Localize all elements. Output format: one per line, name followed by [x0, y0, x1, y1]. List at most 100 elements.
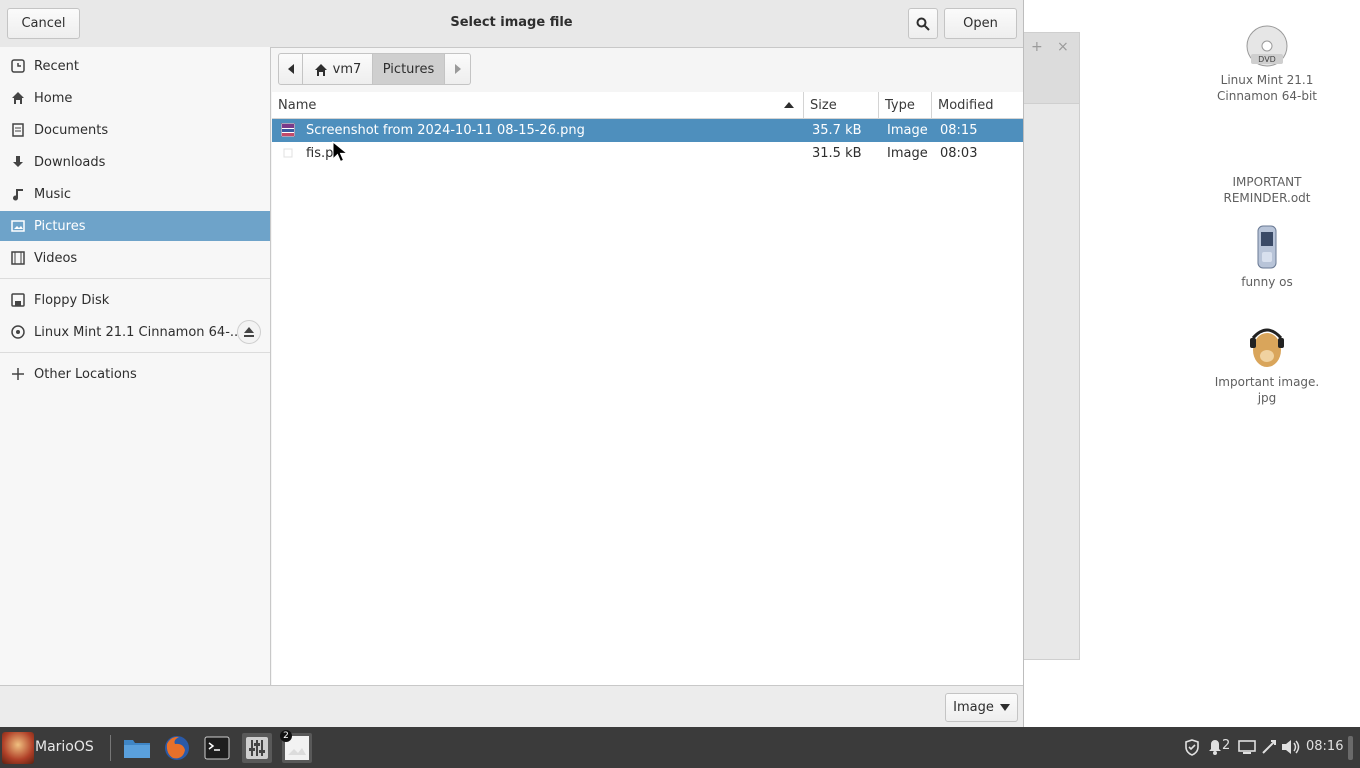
- sidebar-item-home[interactable]: Home: [0, 83, 270, 113]
- sidebar-separator: [0, 278, 270, 279]
- volume-icon[interactable]: [1281, 739, 1301, 759]
- disc-icon: [10, 324, 26, 340]
- chevron-left-icon: [287, 64, 294, 74]
- desktop-icon-label: REMINDER.odt: [1223, 191, 1311, 205]
- network-icon[interactable]: [1261, 739, 1277, 759]
- file-size: 35.7 kB: [812, 123, 862, 138]
- search-button[interactable]: [908, 8, 938, 39]
- taskbar-terminal-app[interactable]: [202, 733, 232, 763]
- dialog-header: Cancel Select image file Open: [0, 0, 1023, 48]
- desktop-icon-linux-mint-dvd[interactable]: DVD Linux Mint 21.1 Cinnamon 64-bit: [1208, 24, 1326, 104]
- file-size: 31.5 kB: [812, 146, 862, 161]
- sidebar-item-documents[interactable]: Documents: [0, 115, 270, 145]
- path-bar: vm7 Pictures: [278, 53, 471, 85]
- places-sidebar: Recent Home Documents Downloads Music Pi…: [0, 47, 271, 685]
- taskbar-firefox-app[interactable]: [162, 733, 192, 763]
- desktop-icon-label: Linux Mint 21.1: [1220, 73, 1314, 87]
- desktop-icon-label: IMPORTANT: [1232, 175, 1302, 189]
- desktop-icon-label: Cinnamon 64-bit: [1217, 89, 1317, 103]
- sidebar-item-label: Music: [34, 186, 71, 202]
- eject-button[interactable]: [237, 320, 261, 344]
- dialog-footer: Image: [0, 685, 1023, 728]
- column-header-name[interactable]: Name: [272, 92, 804, 118]
- file-name: Screenshot from 2024-10-11 08-15-26.png: [306, 123, 585, 138]
- sidebar-item-label: Downloads: [34, 154, 106, 170]
- file-filter-label: Image: [953, 700, 994, 715]
- path-current-label: Pictures: [382, 61, 435, 77]
- home-icon: [314, 63, 327, 76]
- sidebar-item-label: Documents: [34, 122, 109, 138]
- file-modified: 08:15: [940, 123, 978, 138]
- notifications-icon[interactable]: [1208, 739, 1222, 759]
- column-header-size[interactable]: Size: [804, 92, 879, 118]
- display-icon[interactable]: [1238, 740, 1256, 759]
- sidebar-item-recent[interactable]: Recent: [0, 51, 270, 81]
- column-modified-label: Modified: [938, 97, 994, 113]
- desktop-icon-important-image[interactable]: Important image. jpg: [1208, 322, 1326, 406]
- sidebar-item-floppy-disk[interactable]: Floppy Disk: [0, 285, 270, 315]
- taskbar-files-app[interactable]: [122, 733, 152, 763]
- path-current-button[interactable]: Pictures: [373, 53, 445, 85]
- background-window-titlebar[interactable]: + ×: [1017, 33, 1079, 104]
- column-header-type[interactable]: Type: [879, 92, 932, 118]
- column-type-label: Type: [885, 97, 915, 113]
- folder-icon: [124, 740, 150, 758]
- file-name: fis.p: [306, 146, 334, 161]
- firefox-icon: [165, 736, 189, 760]
- dvd-icon: DVD: [1246, 25, 1288, 67]
- column-header-modified[interactable]: Modified: [932, 92, 1023, 118]
- sidebar-item-label: Recent: [34, 58, 79, 74]
- sidebar-item-pictures[interactable]: Pictures: [0, 211, 270, 241]
- dialog-title: Select image file: [450, 15, 573, 30]
- menu-logo-icon[interactable]: [2, 732, 34, 764]
- downloads-icon: [10, 154, 26, 170]
- phone-icon: [1257, 225, 1277, 269]
- background-window[interactable]: + ×: [1016, 32, 1080, 660]
- column-name-label: Name: [278, 97, 317, 113]
- file-modified: 08:03: [940, 146, 978, 161]
- sidebar-separator: [0, 352, 270, 353]
- taskbar-settings-app[interactable]: [242, 733, 272, 763]
- menu-button-label[interactable]: MarioOS: [35, 739, 94, 755]
- taskbar-image-viewer-app[interactable]: 2: [280, 730, 312, 763]
- window-count-badge: 2: [280, 730, 292, 742]
- svg-text:DVD: DVD: [1258, 55, 1276, 64]
- sidebar-item-label: Linux Mint 21.1 Cinnamon 64-...: [34, 324, 243, 340]
- file-row[interactable]: fis.p 31.5 kB Image 08:03: [272, 142, 1023, 165]
- sort-ascending-icon: [784, 102, 794, 108]
- path-scroll-right-button[interactable]: [445, 53, 471, 85]
- file-row[interactable]: Screenshot from 2024-10-11 08-15-26.png …: [272, 119, 1023, 142]
- taskbar-separator: [110, 735, 111, 761]
- sidebar-item-linux-mint-disc[interactable]: Linux Mint 21.1 Cinnamon 64-...: [0, 317, 270, 347]
- column-size-label: Size: [810, 97, 837, 113]
- chevron-down-icon: [999, 704, 1010, 711]
- desktop-icon-label: jpg: [1257, 391, 1277, 405]
- chevron-right-icon: [454, 64, 461, 74]
- sidebar-item-music[interactable]: Music: [0, 179, 270, 209]
- file-filter-dropdown[interactable]: Image: [945, 693, 1018, 722]
- desktop-icon-funny-os[interactable]: funny os: [1208, 224, 1326, 290]
- desktop-icon-important-reminder[interactable]: IMPORTANT REMINDER.odt: [1208, 174, 1326, 206]
- path-home-button[interactable]: vm7: [303, 53, 373, 85]
- notifications-count: 2: [1222, 738, 1231, 753]
- close-icon[interactable]: ×: [1057, 39, 1069, 55]
- home-icon: [10, 90, 26, 106]
- sidebar-item-label: Other Locations: [34, 366, 137, 382]
- sidebar-item-other-locations[interactable]: Other Locations: [0, 359, 270, 389]
- file-list[interactable]: Name Size Type Modified Screenshot from …: [272, 92, 1023, 685]
- sidebar-item-label: Pictures: [34, 218, 86, 234]
- clock[interactable]: 08:16: [1306, 739, 1343, 754]
- path-scroll-left-button[interactable]: [278, 53, 303, 85]
- sidebar-item-downloads[interactable]: Downloads: [0, 147, 270, 177]
- file-type: Image: [887, 123, 928, 138]
- dog-image-icon: [1250, 328, 1284, 367]
- desktop-icon-label: Important image.: [1214, 375, 1320, 389]
- mouse-cursor-icon: [332, 141, 348, 163]
- image-file-icon: [283, 148, 293, 158]
- show-desktop-button[interactable]: [1348, 736, 1353, 760]
- sidebar-item-label: Home: [34, 90, 73, 106]
- open-button[interactable]: Open: [944, 8, 1017, 39]
- shield-icon[interactable]: [1184, 739, 1200, 760]
- sidebar-item-videos[interactable]: Videos: [0, 243, 270, 273]
- maximize-icon[interactable]: +: [1031, 39, 1043, 55]
